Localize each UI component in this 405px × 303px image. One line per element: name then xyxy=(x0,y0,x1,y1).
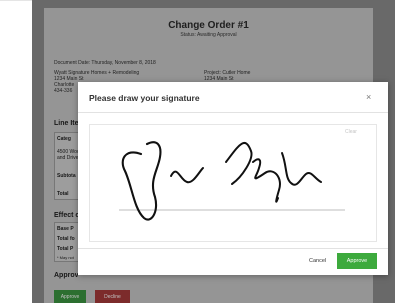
signature-stroke-n xyxy=(170,167,204,184)
signature-stroke-h xyxy=(281,152,322,186)
modal-cancel-button[interactable]: Cancel xyxy=(309,258,326,264)
signature-stroke-m xyxy=(225,141,253,185)
right-margin xyxy=(395,0,405,303)
signature-stroke-j xyxy=(121,141,162,221)
signature-drawing xyxy=(119,141,345,221)
modal-title: Please draw your signature xyxy=(89,93,200,103)
modal-approve-button[interactable]: Approve xyxy=(337,253,377,269)
left-margin xyxy=(0,0,32,303)
signature-stroke-y xyxy=(252,158,281,203)
modal-header-divider xyxy=(78,112,388,113)
modal-footer-divider xyxy=(78,248,388,249)
signature-modal: Please draw your signature × Clear Cance… xyxy=(78,82,388,275)
close-icon[interactable]: × xyxy=(366,92,371,102)
